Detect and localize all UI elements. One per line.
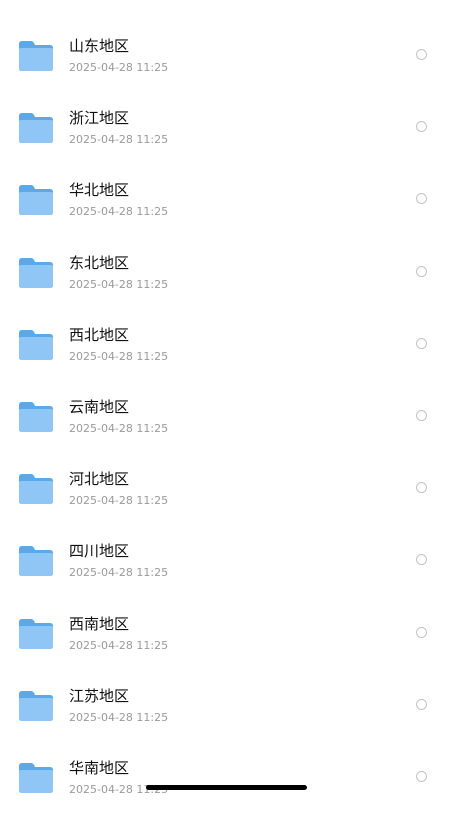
select-radio[interactable]	[416, 337, 427, 349]
list-item[interactable]: 山东地区 2025-04-28 11:25	[0, 20, 452, 92]
file-name: 东北地区	[69, 253, 130, 272]
file-date: 2025-04-28 11:25	[69, 566, 169, 580]
folder-icon	[18, 543, 54, 577]
folder-icon	[18, 255, 54, 289]
file-name: 江苏地区	[69, 686, 130, 705]
folder-icon	[18, 616, 54, 650]
file-name: 四川地区	[69, 542, 130, 561]
list-item[interactable]: 华南地区 2025-04-28 11:25	[0, 742, 452, 814]
list-item[interactable]: 江苏地区 2025-04-28 11:25	[0, 670, 452, 742]
file-name: 华北地区	[69, 181, 130, 200]
select-radio[interactable]	[416, 482, 427, 494]
file-date: 2025-04-28 11:25	[69, 133, 169, 147]
file-date: 2025-04-28 11:25	[69, 494, 169, 508]
select-radio[interactable]	[416, 626, 427, 638]
select-radio[interactable]	[416, 193, 427, 205]
list-item[interactable]: 西北地区 2025-04-28 11:25	[0, 309, 452, 381]
file-date: 2025-04-28 11:25	[69, 638, 169, 652]
list-item[interactable]: 华北地区 2025-04-28 11:25	[0, 164, 452, 236]
select-radio[interactable]	[416, 409, 427, 421]
list-item[interactable]: 西南地区 2025-04-28 11:25	[0, 598, 452, 670]
folder-icon	[18, 760, 54, 794]
select-radio[interactable]	[416, 554, 427, 566]
file-date: 2025-04-28 11:25	[69, 277, 169, 291]
file-name: 西北地区	[69, 325, 130, 344]
select-radio[interactable]	[416, 770, 427, 782]
select-radio[interactable]	[416, 265, 427, 277]
select-radio[interactable]	[416, 121, 427, 133]
folder-icon	[18, 110, 54, 144]
file-list: 山东地区 2025-04-28 11:25 浙江地区 2025-04-28 11…	[0, 20, 452, 814]
file-date: 2025-04-28 11:25	[69, 710, 169, 724]
select-radio[interactable]	[416, 49, 427, 60]
folder-icon	[18, 399, 54, 433]
list-item[interactable]: 浙江地区 2025-04-28 11:25	[0, 92, 452, 164]
folder-icon	[18, 688, 54, 722]
folder-icon	[18, 38, 54, 72]
folder-icon	[18, 182, 54, 216]
folder-icon	[18, 327, 54, 361]
file-name: 浙江地区	[69, 109, 130, 128]
file-date: 2025-04-28 11:25	[69, 349, 169, 363]
list-item[interactable]: 河北地区 2025-04-28 11:25	[0, 453, 452, 525]
file-date: 2025-04-28 11:25	[69, 421, 169, 435]
file-name: 河北地区	[69, 470, 130, 489]
folder-icon	[18, 471, 54, 505]
file-name: 华南地区	[69, 758, 130, 777]
list-item[interactable]: 云南地区 2025-04-28 11:25	[0, 381, 452, 453]
list-item[interactable]: 东北地区 2025-04-28 11:25	[0, 237, 452, 309]
file-date: 2025-04-28 11:25	[69, 205, 169, 219]
list-item[interactable]: 四川地区 2025-04-28 11:25	[0, 525, 452, 597]
file-name: 西南地区	[69, 614, 130, 633]
file-name: 山东地区	[69, 37, 130, 55]
file-date: 2025-04-28 11:25	[69, 61, 169, 74]
file-name: 云南地区	[69, 397, 130, 416]
home-indicator[interactable]	[146, 785, 307, 790]
select-radio[interactable]	[416, 698, 427, 710]
